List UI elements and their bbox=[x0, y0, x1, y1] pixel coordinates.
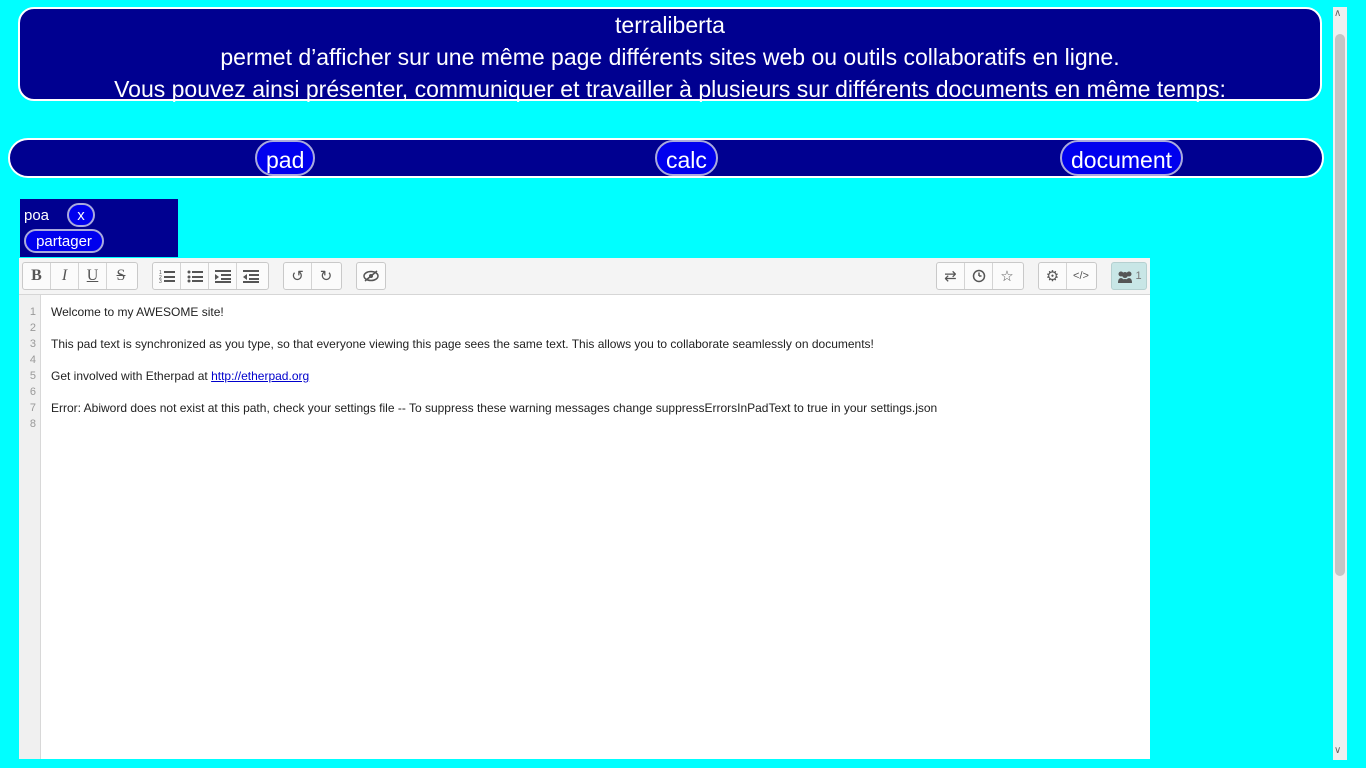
settings-icon: ⚙ bbox=[1045, 268, 1060, 285]
pad-line: Get involved with Etherpad at http://eth… bbox=[51, 369, 310, 383]
pad-line: This pad text is synchronized as you typ… bbox=[51, 337, 874, 351]
indent-button[interactable] bbox=[209, 263, 237, 289]
bold-button[interactable]: B bbox=[23, 263, 51, 289]
line-number: 4 bbox=[29, 354, 36, 366]
frame-panel: poa x partager bbox=[20, 199, 178, 257]
close-frame-button[interactable]: x bbox=[67, 203, 95, 227]
users-button[interactable]: 1 bbox=[1112, 263, 1146, 289]
site-title: terraliberta bbox=[615, 12, 725, 38]
clear-authorship-icon bbox=[363, 270, 379, 282]
line-number: 7 bbox=[29, 402, 36, 414]
clear-authorship-button[interactable] bbox=[357, 263, 385, 289]
site-header: terraliberta permet d’afficher sur une m… bbox=[18, 7, 1322, 102]
users-group: 1 bbox=[1111, 262, 1147, 290]
unordered-list-button[interactable] bbox=[181, 263, 209, 289]
timeslider-icon bbox=[972, 269, 985, 283]
star-icon: ☆ bbox=[1000, 268, 1014, 285]
outdent-button[interactable] bbox=[237, 263, 265, 289]
embed-icon: </> bbox=[1073, 270, 1089, 282]
ordered-list-button[interactable]: 123 bbox=[153, 263, 181, 289]
authorship-group bbox=[356, 262, 386, 290]
outdent-icon bbox=[243, 270, 259, 283]
embed-button[interactable]: </> bbox=[1067, 263, 1095, 289]
underline-button[interactable]: U bbox=[79, 263, 107, 289]
import-export-icon: ⇄ bbox=[944, 268, 957, 285]
share-button[interactable]: partager bbox=[24, 229, 104, 253]
etherpad-editor: B I U S 123 ↺ ↻ ⇄ ☆ ⚙ </> 1 1 2 3 4 5 6 … bbox=[19, 258, 1150, 759]
document-button[interactable]: document bbox=[1060, 140, 1184, 176]
scroll-up-icon[interactable]: ∧ bbox=[1334, 8, 1341, 19]
users-count: 1 bbox=[1135, 270, 1142, 282]
settings-button[interactable]: ⚙ bbox=[1039, 263, 1067, 289]
scrollbar-thumb[interactable] bbox=[1335, 34, 1345, 576]
tool-nav: pad calc document bbox=[8, 138, 1324, 178]
redo-button[interactable]: ↻ bbox=[312, 263, 340, 289]
pad-line: Error: Abiword does not exist at this pa… bbox=[51, 401, 938, 415]
settings-group: ⚙ </> bbox=[1038, 262, 1097, 290]
ordered-list-icon: 123 bbox=[159, 270, 175, 283]
timeslider-button[interactable] bbox=[965, 263, 993, 289]
undo-icon: ↺ bbox=[291, 268, 304, 285]
site-description-2: Vous pouvez ainsi présenter, communiquer… bbox=[114, 76, 1226, 102]
redo-icon: ↻ bbox=[319, 268, 333, 285]
import-export-button[interactable]: ⇄ bbox=[937, 263, 965, 289]
line-number: 3 bbox=[29, 338, 36, 350]
format-group: B I U S bbox=[22, 262, 138, 290]
scroll-down-icon[interactable]: ∨ bbox=[1334, 745, 1341, 756]
saved-revision-button[interactable]: ☆ bbox=[993, 263, 1021, 289]
frame-name: poa bbox=[24, 207, 50, 224]
users-icon bbox=[1118, 271, 1133, 283]
italic-button[interactable]: I bbox=[51, 263, 79, 289]
line-number: 8 bbox=[29, 418, 36, 430]
strikethrough-button[interactable]: S bbox=[107, 263, 135, 289]
indent-icon bbox=[214, 270, 231, 283]
editor-toolbar: B I U S 123 ↺ ↻ ⇄ ☆ ⚙ </> 1 bbox=[19, 258, 1150, 295]
line-number: 2 bbox=[29, 322, 36, 334]
etherpad-link[interactable]: http://etherpad.org bbox=[211, 369, 309, 383]
pad-button[interactable]: pad bbox=[255, 140, 316, 176]
line-number: 1 bbox=[29, 306, 36, 318]
site-description: permet d’afficher sur une même page diff… bbox=[220, 44, 1120, 70]
line-number: 5 bbox=[29, 370, 36, 382]
pad-tools-group: ⇄ ☆ bbox=[936, 262, 1024, 290]
history-group: ↺ ↻ bbox=[283, 262, 342, 290]
line-number-gutter: 1 2 3 4 5 6 7 8 bbox=[19, 295, 41, 759]
undo-button[interactable]: ↺ bbox=[284, 263, 312, 289]
svg-text:3: 3 bbox=[159, 279, 162, 283]
unordered-list-icon bbox=[187, 270, 203, 283]
list-group: 123 bbox=[152, 262, 269, 290]
line-number: 6 bbox=[29, 386, 36, 398]
calc-button[interactable]: calc bbox=[655, 140, 718, 176]
pad-line: Welcome to my AWESOME site! bbox=[51, 305, 224, 319]
